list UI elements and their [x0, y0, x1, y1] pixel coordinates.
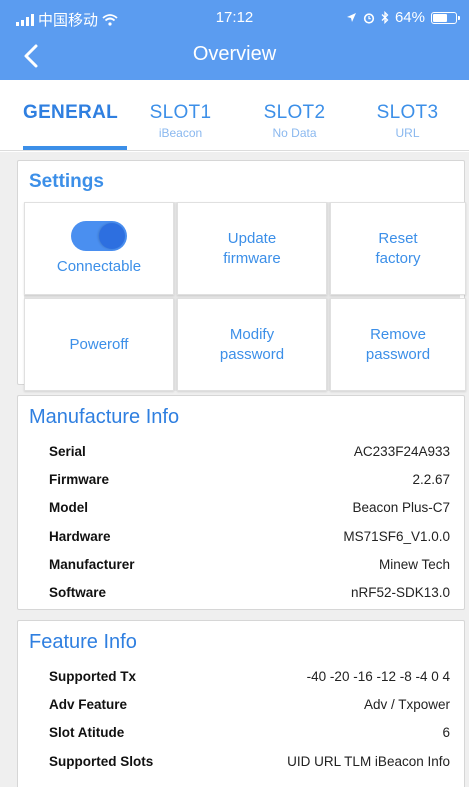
info-row-model: Model Beacon Plus-C7: [18, 494, 464, 522]
info-row-manufacturer: Manufacturer Minew Tech: [18, 550, 464, 578]
info-value: Minew Tech: [378, 556, 450, 572]
settings-card: Settings Connectable Update firmware Res…: [17, 160, 466, 391]
bluetooth-icon: [381, 11, 389, 24]
update-firmware-label: Update firmware: [223, 229, 281, 267]
app-header: 中国移动 17:12 64% Overview: [0, 0, 469, 80]
info-row-firmware: Firmware 2.2.67: [18, 465, 464, 493]
location-arrow-icon: [346, 13, 356, 22]
info-key: Supported Slots: [49, 753, 154, 769]
tab-label: GENERAL: [23, 102, 118, 123]
feature-info-card: Feature Info Supported Tx -40 -20 -16 -12…: [17, 620, 465, 787]
tab-slot1[interactable]: SLOT1 iBeacon: [122, 102, 239, 140]
toggle-knob: [99, 222, 125, 249]
alarm-icon: [363, 12, 375, 24]
info-value: MS71SF6_V1.0.0: [343, 528, 450, 544]
feature-info-title: Feature Info: [29, 631, 137, 653]
info-value: UID URL TLM iBeacon Info: [287, 753, 450, 769]
info-key: Serial: [49, 443, 86, 459]
battery-percent: 64%: [394, 9, 425, 26]
info-key: Hardware: [49, 528, 111, 544]
tabs-divider: [0, 150, 469, 151]
battery-icon: [431, 11, 460, 24]
info-value: 2.2.67: [412, 471, 450, 487]
tab-slot2[interactable]: SLOT2 No Data: [236, 102, 353, 140]
info-key: Model: [49, 500, 88, 516]
manufacture-info-title: Manufacture Info: [29, 406, 180, 428]
info-key: Supported Tx: [49, 668, 136, 684]
info-key: Firmware: [49, 471, 110, 487]
tab-slot3[interactable]: SLOT3 URL: [349, 102, 466, 140]
reset-factory-button[interactable]: Reset factory: [330, 202, 466, 295]
poweroff-label: Poweroff: [69, 335, 129, 353]
info-value: Adv / Txpower: [363, 696, 450, 712]
reset-factory-label: Reset factory: [375, 229, 421, 267]
slot-tabs: GENERAL SLOT1 iBeacon SLOT2 No Data SLOT…: [0, 80, 469, 152]
info-row-software: Software nRF52-SDK13.0: [18, 578, 464, 606]
info-value: 6: [442, 725, 450, 741]
status-bar: 中国移动 17:12 64%: [0, 0, 469, 34]
info-key: Software: [49, 585, 107, 601]
tab-sublabel: iBeacon: [158, 126, 203, 140]
nav-bar: Overview: [0, 34, 469, 80]
info-key: Adv Feature: [49, 696, 128, 712]
tab-sublabel: No Data: [272, 126, 317, 140]
connectable-button[interactable]: Connectable: [24, 202, 174, 295]
poweroff-button[interactable]: Poweroff: [24, 298, 174, 391]
modify-password-button[interactable]: Modify password: [177, 298, 327, 391]
modify-password-label: Modify password: [219, 325, 285, 363]
manufacture-info-card: Manufacture Info Serial AC233F24A933 Firm…: [17, 395, 465, 610]
info-row-hardware: Hardware MS71SF6_V1.0.0: [18, 522, 464, 550]
page-title: Overview: [192, 43, 277, 65]
info-row-serial: Serial AC233F24A933: [18, 437, 464, 465]
settings-grid: Connectable Update firmware Reset factor…: [24, 202, 466, 391]
info-row-supported-tx: Supported Tx -40 -20 -16 -12 -8 -4 0 4: [18, 662, 464, 690]
status-right: 64%: [346, 9, 460, 26]
manufacture-info-list: Serial AC233F24A933 Firmware 2.2.67 Model B…: [18, 429, 464, 607]
connectable-label: Connectable: [56, 257, 142, 275]
info-row-adv-feature: Adv Feature Adv / Txpower: [18, 690, 464, 718]
remove-password-label: Remove password: [365, 325, 431, 363]
tab-label: SLOT2: [263, 102, 326, 123]
connectable-toggle[interactable]: [71, 220, 127, 251]
info-key: Manufacturer: [49, 556, 135, 572]
update-firmware-button[interactable]: Update firmware: [177, 202, 327, 295]
info-row-supported-slots: Supported Slots UID URL TLM iBeacon Info: [18, 747, 464, 775]
tab-label: SLOT3: [376, 102, 439, 123]
feature-info-list: Supported Tx -40 -20 -16 -12 -8 -4 0 4 Ad…: [18, 654, 464, 775]
info-row-slot-atitude: Slot Atitude 6: [18, 719, 464, 747]
tab-sublabel: URL: [395, 126, 420, 140]
tab-label: SLOT1: [149, 102, 212, 123]
info-value: nRF52-SDK13.0: [350, 585, 450, 601]
info-key: Slot Atitude: [49, 725, 125, 741]
info-value: -40 -20 -16 -12 -8 -4 0 4: [306, 668, 450, 684]
info-value: Beacon Plus-C7: [352, 500, 450, 516]
info-value: AC233F24A933: [353, 443, 450, 459]
settings-title: Settings: [29, 171, 104, 192]
remove-password-button[interactable]: Remove password: [330, 298, 466, 391]
tab-general[interactable]: GENERAL: [12, 102, 129, 124]
